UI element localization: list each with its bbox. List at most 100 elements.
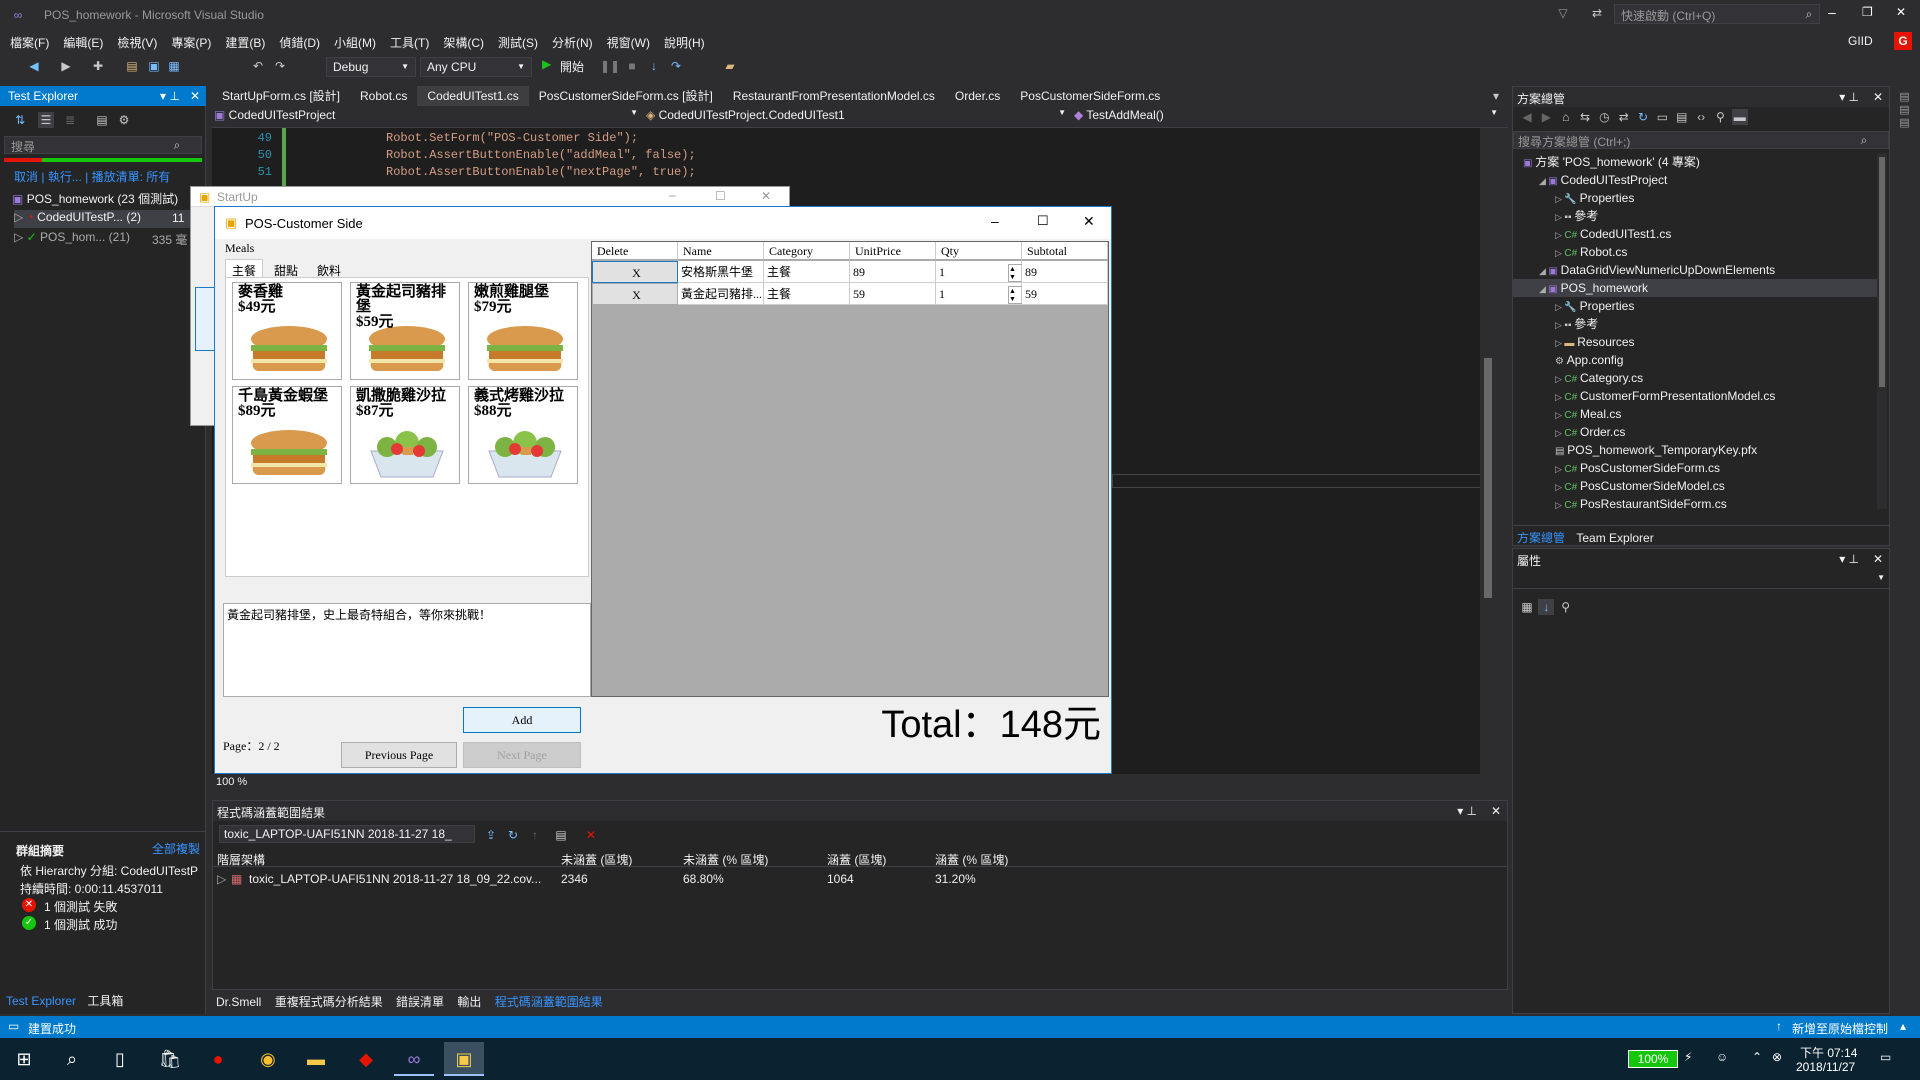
- tab-duplicate-code[interactable]: 重複程式碼分析結果: [275, 995, 383, 1009]
- switch-view-icon[interactable]: ⇆: [1577, 109, 1593, 125]
- code-line[interactable]: Robot.AssertButtonEnable("addMeal", fals…: [386, 147, 696, 164]
- meal-button[interactable]: 嫩煎雞腿堡 $79元: [468, 282, 578, 380]
- column-header[interactable]: 未涵蓋 (區塊): [561, 851, 632, 868]
- minimize-button[interactable]: –: [991, 213, 999, 229]
- battery-indicator[interactable]: 100%: [1628, 1050, 1678, 1068]
- app-dark-icon[interactable]: ◆: [346, 1042, 386, 1076]
- cell-unitprice[interactable]: 89: [850, 261, 936, 283]
- coverage-run-select[interactable]: toxic_LAPTOP-UAFI51NN 2018-11-27 18_: [219, 825, 475, 843]
- solution-tree-item[interactable]: ▣ 方案 'POS_homework' (4 專案): [1513, 153, 1877, 171]
- document-tab[interactable]: PosCustomerSideForm.cs: [1010, 86, 1170, 106]
- settings-icon[interactable]: ⚙: [116, 112, 132, 128]
- undo-icon[interactable]: ↶: [250, 58, 266, 74]
- tab-error-list[interactable]: 錯誤清單: [396, 995, 444, 1009]
- user-name[interactable]: GIID: [1848, 34, 1873, 48]
- column-header[interactable]: 未涵蓋 (% 區塊): [683, 851, 768, 868]
- expand-icon[interactable]: ▷: [1555, 410, 1564, 420]
- clock-time[interactable]: 下午 07:14: [1800, 1044, 1857, 1061]
- solution-tree-item[interactable]: ▷ C# CodedUITest1.cs: [1513, 225, 1877, 243]
- maximize-button[interactable]: ☐: [715, 189, 726, 203]
- zoom-level[interactable]: 100 %: [216, 776, 247, 788]
- categorized-icon[interactable]: ▦: [1519, 599, 1535, 615]
- forward-icon[interactable]: ▶: [58, 58, 74, 74]
- expand-icon[interactable]: ▷: [1555, 374, 1564, 384]
- column-header-name[interactable]: Name: [678, 242, 764, 260]
- meal-button[interactable]: 義式烤雞沙拉 $88元: [468, 386, 578, 484]
- save-all-icon[interactable]: ▦: [166, 58, 182, 74]
- stop-icon[interactable]: ■: [624, 58, 640, 74]
- quick-launch-input[interactable]: 快速啟動 (Ctrl+Q) ⌕: [1614, 4, 1820, 24]
- playlist-link[interactable]: 播放清單: 所有: [92, 170, 171, 184]
- view-code-icon[interactable]: ‹›: [1693, 109, 1709, 125]
- solution-tree-item[interactable]: ▤ POS_homework_TemporaryKey.pfx: [1513, 441, 1877, 459]
- input-icon[interactable]: ⊗: [1772, 1050, 1782, 1064]
- solution-tree-item[interactable]: ▷ C# PosRestaurantSideForm.cs: [1513, 495, 1877, 509]
- sync-icon[interactable]: ⇄: [1616, 109, 1632, 125]
- solution-tree-item[interactable]: ◢ ▣ POS_homework: [1513, 279, 1877, 297]
- new-project-icon[interactable]: ✚: [90, 58, 106, 74]
- expand-icon[interactable]: ▷: [1555, 428, 1564, 438]
- platform-select[interactable]: Any CPU ▼: [420, 57, 532, 77]
- menu-item[interactable]: 檢視(V): [117, 36, 157, 50]
- expand-icon[interactable]: ▷: [217, 872, 226, 886]
- solution-tree-item[interactable]: ▷ 🔧 Properties: [1513, 297, 1877, 315]
- feedback-icon[interactable]: ⇄: [1589, 5, 1605, 21]
- expand-icon[interactable]: ◢: [1539, 266, 1548, 276]
- tray-chevron-icon[interactable]: ⌃: [1752, 1050, 1762, 1064]
- run-tests-icon[interactable]: ⇅: [12, 112, 28, 128]
- notifications-icon[interactable]: ▴: [1900, 1019, 1906, 1033]
- configuration-select[interactable]: Debug ▼: [326, 57, 416, 77]
- column-header[interactable]: 涵蓋 (% 區塊): [935, 851, 1008, 868]
- expand-icon[interactable]: ▷: [1555, 248, 1564, 258]
- expand-icon[interactable]: ▷: [1555, 302, 1564, 312]
- delete-button[interactable]: X: [592, 283, 678, 305]
- code-line[interactable]: Robot.SetForm("POS-Customer Side");: [386, 130, 696, 147]
- expand-icon[interactable]: ▷: [1555, 500, 1564, 509]
- windows-start-icon[interactable]: ⊞: [4, 1042, 44, 1076]
- step-over-icon[interactable]: ↷: [668, 58, 684, 74]
- cancel-link[interactable]: 取消: [14, 170, 38, 184]
- solution-tree-item[interactable]: ▷ C# Category.cs: [1513, 369, 1877, 387]
- expand-icon[interactable]: ▷: [1555, 392, 1564, 402]
- properties-object-select[interactable]: ▼: [1513, 571, 1889, 589]
- group-by-icon[interactable]: ☰: [38, 112, 54, 128]
- import-icon[interactable]: ⇪: [483, 827, 499, 843]
- tab-output[interactable]: 輸出: [457, 995, 481, 1009]
- document-tab[interactable]: Order.cs: [945, 86, 1010, 106]
- forward-icon[interactable]: ▶: [1538, 109, 1554, 125]
- store-icon[interactable]: 🛍: [150, 1042, 190, 1076]
- home-icon[interactable]: ⌂: [1558, 109, 1574, 125]
- tab-solution-explorer[interactable]: 方案總管: [1517, 531, 1565, 545]
- tab-test-explorer[interactable]: Test Explorer: [6, 994, 76, 1008]
- add-button[interactable]: Add: [463, 707, 581, 733]
- tab-dr-smell[interactable]: Dr.Smell: [216, 995, 261, 1009]
- test-item-codedui[interactable]: ▷ ◔ CodedUITestP... (2) 11: [14, 210, 204, 228]
- action-center-icon[interactable]: ▭: [1880, 1050, 1891, 1064]
- up-icon[interactable]: ↑: [527, 827, 543, 843]
- start-button[interactable]: 開始: [560, 58, 584, 75]
- solution-search-input[interactable]: 搜尋方案總管 (Ctrl+;) ⌕: [1513, 131, 1889, 149]
- solution-tree-item[interactable]: ▷ ▪▪ 參考: [1513, 315, 1877, 333]
- cell-unitprice[interactable]: 59: [850, 283, 936, 305]
- preview-icon[interactable]: ▬: [1731, 109, 1748, 125]
- back-icon[interactable]: ◀: [1519, 109, 1535, 125]
- menu-item[interactable]: 說明(H): [664, 36, 705, 50]
- tab-toolbox[interactable]: 工具箱: [87, 994, 123, 1008]
- solution-tree-item[interactable]: ▷ C# Robot.cs: [1513, 243, 1877, 261]
- menu-item[interactable]: 建置(B): [225, 36, 265, 50]
- column-header[interactable]: 涵蓋 (區塊): [827, 851, 886, 868]
- cell-category[interactable]: 主餐: [764, 261, 850, 283]
- solution-tree-item[interactable]: ▷ C# Order.cs: [1513, 423, 1877, 441]
- filter-icon[interactable]: ▽: [1555, 5, 1571, 21]
- menu-item[interactable]: 分析(N): [552, 36, 593, 50]
- column-header-subtotal[interactable]: Subtotal: [1022, 242, 1108, 260]
- solution-tree-item[interactable]: ▷ ▪▪ 參考: [1513, 207, 1877, 225]
- power-icon[interactable]: ⚡: [1684, 1050, 1692, 1064]
- user-avatar[interactable]: G: [1894, 32, 1912, 50]
- tab-team-explorer[interactable]: Team Explorer: [1576, 531, 1653, 545]
- maximize-button[interactable]: ☐: [1037, 213, 1049, 229]
- solution-tree-item[interactable]: ▷ C# CustomerFormPresentationModel.cs: [1513, 387, 1877, 405]
- diagnostic-tools-icon[interactable]: ▤▤▤: [1898, 90, 1911, 129]
- visual-studio-icon[interactable]: ∞: [394, 1042, 434, 1076]
- minimize-button[interactable]: –: [1828, 4, 1836, 20]
